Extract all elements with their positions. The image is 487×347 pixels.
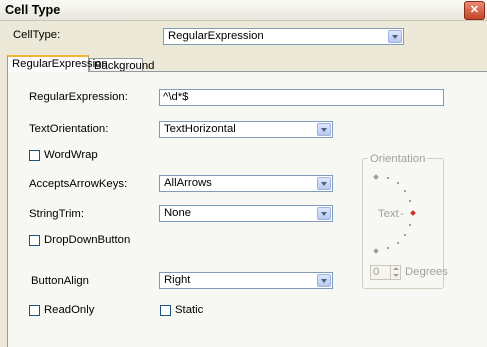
wordwrap-checkbox[interactable] [29,150,40,161]
chevron-down-icon[interactable] [388,30,402,43]
close-icon: ✕ [469,4,480,16]
orientation-title: Orientation [368,153,428,165]
orientation-dot[interactable] [404,190,406,192]
text-orientation-label: TextOrientation: [29,123,109,135]
orientation-dash: - [400,208,404,220]
spinner-arrows-icon[interactable] [390,266,400,279]
celltype-value: RegularExpression [168,30,264,42]
orientation-dot[interactable] [387,177,389,179]
string-trim-value: None [164,207,192,219]
orientation-dot[interactable] [397,242,399,244]
orientation-dot[interactable] [387,247,389,249]
orientation-dot[interactable] [409,200,411,202]
static-label[interactable]: Static [175,304,203,316]
chevron-down-icon[interactable] [317,177,331,190]
readonly-checkbox[interactable] [29,305,40,316]
celltype-select[interactable]: RegularExpression [163,28,404,45]
regex-label: RegularExpression: [29,91,128,103]
dropdown-button-label[interactable]: DropDownButton [44,234,130,246]
window-title: Cell Type [5,3,61,17]
regex-value: ^\d*$ [163,91,189,103]
tab-regularexpression[interactable]: RegularExpression [7,55,108,72]
text-orientation-value: TextHorizontal [164,123,236,135]
orientation-dot[interactable] [404,234,406,236]
button-align-label: ButtonAlign [31,275,89,287]
celltype-label: CellType: [13,29,61,41]
title-bar: Cell Type ✕ [0,0,487,21]
static-checkbox[interactable] [160,305,171,316]
orientation-dot[interactable] [409,224,411,226]
string-trim-select[interactable]: None [159,205,333,222]
orientation-dot[interactable] [397,182,399,184]
button-align-select[interactable]: Right [159,272,333,289]
button-align-value: Right [164,274,191,286]
regex-input[interactable]: ^\d*$ [159,89,444,106]
string-trim-label: StringTrim: [29,208,84,220]
orientation-text-marker: Text [378,208,399,220]
accepts-arrow-keys-label: AcceptsArrowKeys: [29,178,128,190]
chevron-down-icon[interactable] [317,123,331,136]
chevron-down-icon[interactable] [317,207,331,220]
accepts-arrow-keys-value: AllArrows [164,177,212,189]
readonly-label[interactable]: ReadOnly [44,304,94,316]
chevron-down-icon[interactable] [317,274,331,287]
close-button[interactable]: ✕ [464,1,485,20]
degrees-label: Degrees [405,266,448,278]
text-orientation-select[interactable]: TextHorizontal [159,121,333,138]
accepts-arrow-keys-select[interactable]: AllArrows [159,175,333,192]
degrees-value: 0 [373,266,380,278]
tab-label: RegularExpression [12,58,108,70]
dropdown-button-checkbox[interactable] [29,235,40,246]
wordwrap-label[interactable]: WordWrap [44,149,98,161]
cell-type-dialog: Cell Type ✕ CellType: RegularExpression … [0,0,487,347]
degrees-spinner[interactable]: 0 [370,265,401,280]
